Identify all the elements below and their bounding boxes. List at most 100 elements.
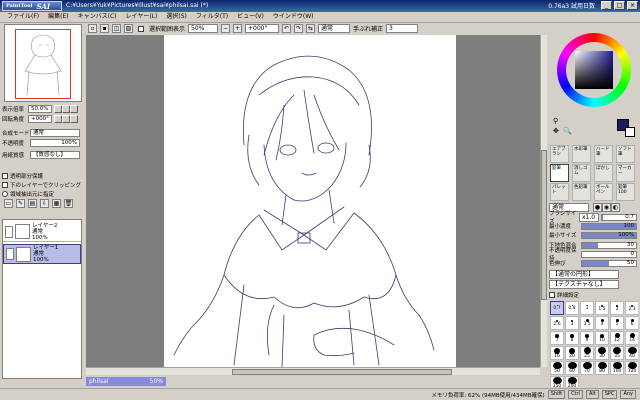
mode-select[interactable]: 通常 bbox=[318, 24, 351, 33]
clipping-row[interactable]: 下のレイヤーでクリッピング bbox=[2, 180, 84, 189]
invert-selection-icon[interactable]: ◫ bbox=[112, 24, 121, 33]
menu-file[interactable]: ファイル(F) bbox=[3, 12, 43, 22]
new-folder-icon[interactable]: ▤ bbox=[28, 199, 37, 208]
protect-transparency-row[interactable]: 透明部分保護 bbox=[2, 171, 84, 180]
canvas-area[interactable] bbox=[86, 35, 540, 367]
stabilizer-select[interactable]: 3 bbox=[386, 24, 419, 33]
tool-pencil[interactable]: 鉛筆 bbox=[550, 164, 569, 182]
delete-layer-icon[interactable]: 🗑 bbox=[64, 199, 73, 208]
brush-preset[interactable]: 2.3 bbox=[625, 301, 638, 315]
brush-preset[interactable]: 2.6 bbox=[550, 316, 564, 330]
brush-preset[interactable]: 60 bbox=[565, 361, 579, 375]
brush-preset[interactable]: 40 bbox=[625, 346, 638, 360]
brush-preset[interactable]: 100 bbox=[610, 361, 624, 375]
menu-view[interactable]: ビュー(V) bbox=[233, 12, 268, 22]
brush-preset[interactable]: 0.8 bbox=[565, 301, 579, 315]
brush-shape-soft-icon[interactable]: ◉ bbox=[602, 202, 611, 212]
min-size-slider[interactable]: 100% bbox=[581, 231, 637, 239]
maximize-button[interactable]: □ bbox=[614, 1, 625, 10]
color-wheel[interactable] bbox=[551, 27, 637, 113]
menu-edit[interactable]: 編集(E) bbox=[44, 12, 72, 22]
rotate-right-icon[interactable]: ↷ bbox=[294, 24, 304, 33]
brush-preset[interactable]: 80 bbox=[595, 361, 609, 375]
brush-preset[interactable]: 4 bbox=[595, 316, 609, 330]
rotate-left-button[interactable] bbox=[54, 114, 62, 123]
deselect-icon[interactable]: ▫ bbox=[88, 24, 97, 33]
paper-texture-select[interactable]: 【質感なし】 bbox=[30, 150, 80, 159]
brush-preset[interactable]: 50 bbox=[550, 361, 564, 375]
zoom-tool-icon[interactable]: 🔍 bbox=[563, 127, 572, 135]
brush-preset[interactable]: 14 bbox=[625, 331, 638, 345]
brush-preset[interactable]: 6 bbox=[625, 316, 638, 330]
brush-preset[interactable]: 25 bbox=[580, 346, 594, 360]
clear-selection-icon[interactable]: ▧ bbox=[124, 24, 133, 33]
tool-ballpoint[interactable]: ボールペン bbox=[594, 183, 613, 201]
brush-preset[interactable]: 9 bbox=[580, 331, 594, 345]
opacity-field[interactable]: 100% bbox=[30, 138, 80, 147]
navigator-preview[interactable] bbox=[4, 24, 82, 102]
brush-preset[interactable]: 3 bbox=[565, 316, 579, 330]
vertical-scrollbar[interactable] bbox=[540, 35, 547, 367]
tool-eraser[interactable]: 消しゴム bbox=[572, 164, 591, 182]
brush-preset[interactable]: 30 bbox=[595, 346, 609, 360]
eyedropper-icon[interactable]: ⚲ bbox=[553, 117, 558, 125]
brush-preset[interactable]: 20 bbox=[565, 346, 579, 360]
clear-layer-icon[interactable]: ▦ bbox=[52, 199, 61, 208]
tool-blur[interactable]: ぼかし bbox=[594, 164, 613, 182]
menu-filter[interactable]: フィルタ(T) bbox=[192, 12, 232, 22]
brush-preset[interactable]: 12 bbox=[610, 331, 624, 345]
tool-airbrush[interactable]: エアブラシ bbox=[550, 145, 569, 163]
new-layer-icon[interactable]: ▭ bbox=[4, 199, 13, 208]
brush-preset[interactable]: 1.5 bbox=[595, 301, 609, 315]
brush-preset[interactable]: 8 bbox=[565, 331, 579, 345]
tool-marker[interactable]: マーカー bbox=[616, 164, 635, 182]
brush-preset[interactable]: 2 bbox=[610, 301, 624, 315]
horizontal-scroll-thumb[interactable] bbox=[232, 369, 452, 375]
menu-select[interactable]: 選択(S) bbox=[162, 12, 191, 22]
visibility-toggle-icon[interactable] bbox=[5, 225, 13, 238]
tool-pencil-100[interactable]: 鉛筆100 bbox=[616, 183, 635, 201]
flip-icon[interactable]: ⇆ bbox=[306, 24, 316, 33]
zoom-in-button[interactable] bbox=[62, 104, 70, 113]
brush-size-slider[interactable]: 0.7 bbox=[601, 213, 637, 221]
color-extend-slider[interactable]: 50 bbox=[581, 259, 637, 267]
brush-shape-select[interactable]: 【通常の円形】 bbox=[549, 269, 619, 279]
brush-preset[interactable]: 0.7 bbox=[550, 301, 564, 315]
blend-slider[interactable]: 30 bbox=[581, 241, 637, 249]
brush-size-multiplier[interactable]: x1.0 bbox=[579, 212, 599, 222]
brush-preset[interactable]: 200 bbox=[565, 376, 579, 387]
brush-preset[interactable]: 10 bbox=[595, 331, 609, 345]
brush-preset[interactable]: 1 bbox=[580, 301, 594, 315]
menu-layer[interactable]: レイヤー(L) bbox=[122, 12, 162, 22]
brush-preset[interactable]: 16 bbox=[550, 346, 564, 360]
rotate-reset-button[interactable] bbox=[70, 114, 78, 123]
visibility-toggle-icon[interactable] bbox=[6, 248, 14, 260]
tool-palette[interactable]: パレット bbox=[550, 183, 569, 201]
menu-canvas[interactable]: キャンバス(C) bbox=[74, 12, 121, 22]
navigator-view-frame[interactable] bbox=[15, 29, 71, 99]
angle-field[interactable]: +000° bbox=[28, 114, 52, 123]
layer-item[interactable]: レイヤー2 通常 100% bbox=[3, 222, 81, 242]
brush-preset[interactable]: 120 bbox=[625, 361, 638, 375]
move-icon[interactable]: ✥ bbox=[553, 127, 559, 135]
brush-preset[interactable]: 3.5 bbox=[580, 316, 594, 330]
selection-display-checkbox[interactable] bbox=[138, 25, 144, 32]
brush-shape-hard-icon[interactable]: ● bbox=[593, 202, 602, 212]
minimize-button[interactable]: _ bbox=[601, 1, 612, 10]
secondary-color-swatch[interactable] bbox=[625, 127, 635, 137]
horizontal-scrollbar[interactable] bbox=[86, 367, 540, 375]
selection-source-radio[interactable] bbox=[2, 190, 8, 197]
zoom-out-icon[interactable]: − bbox=[221, 24, 231, 33]
canvas-paper[interactable] bbox=[164, 35, 456, 367]
brush-texture-select[interactable]: 【テクスチャなし】 bbox=[549, 279, 619, 289]
select-all-icon[interactable]: ▪ bbox=[100, 24, 109, 33]
merge-down-icon[interactable]: ⇩ bbox=[40, 199, 49, 208]
protect-transparency-checkbox[interactable] bbox=[2, 172, 8, 179]
zoom-reset-button[interactable] bbox=[70, 104, 78, 113]
brush-preset[interactable]: 35 bbox=[610, 346, 624, 360]
tool-hard-brush[interactable]: ハード筆 bbox=[594, 145, 613, 163]
tool-soft-brush[interactable]: ソフト筆 bbox=[616, 145, 635, 163]
saturation-value-square[interactable] bbox=[575, 51, 613, 89]
tool-color-pencil[interactable]: 色鉛筆 bbox=[572, 183, 591, 201]
keep-opacity-slider[interactable]: 0 bbox=[581, 250, 637, 258]
